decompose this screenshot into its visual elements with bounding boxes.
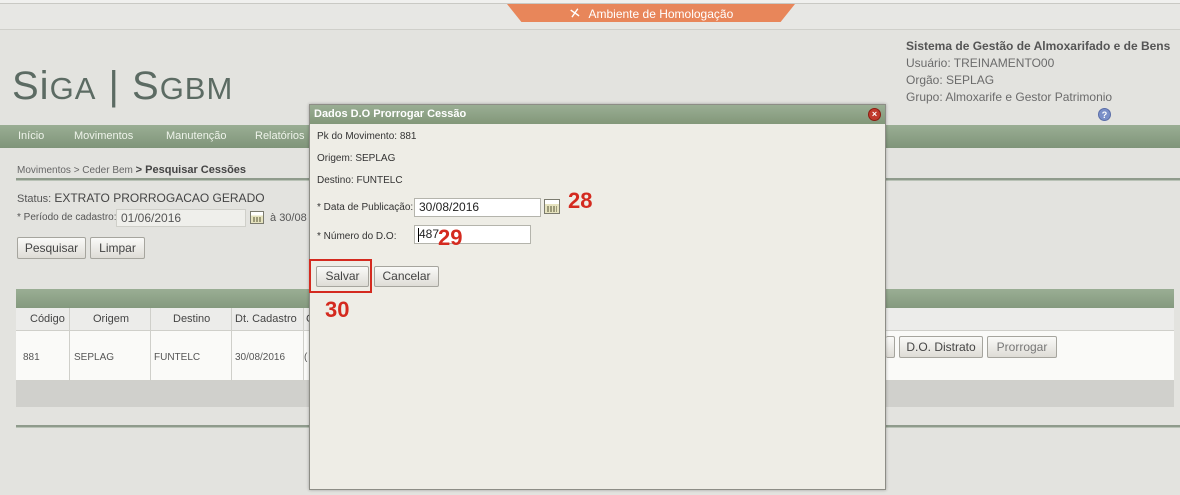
logo-separator: | [96, 64, 132, 108]
period-separator: à [270, 212, 277, 224]
app-logo: SiGA | SGBM [12, 64, 233, 109]
calendar-icon[interactable] [544, 199, 560, 214]
publication-date-input[interactable]: 30/08/2016 [414, 198, 541, 217]
cell-c: ( [304, 352, 308, 363]
column-divider [231, 308, 232, 381]
logo-part: S [132, 64, 160, 108]
breadcrumb-item[interactable]: > Ceder Bem [74, 165, 133, 176]
publication-date-label: * Data de Publicação: [317, 202, 414, 213]
tools-icon: ✕ [567, 4, 582, 22]
column-codigo[interactable]: Código [30, 313, 65, 325]
system-name: Sistema de Gestão de Almoxarifado e de B… [906, 39, 1171, 53]
breadcrumb-item[interactable]: Movimentos [17, 165, 71, 176]
environment-label: Ambiente de Homologação [588, 7, 734, 21]
search-button[interactable]: Pesquisar [17, 237, 86, 259]
column-dt-cadastro[interactable]: Dt. Cadastro [235, 313, 297, 325]
logo-part: GBM [159, 71, 234, 106]
menu-item-inicio[interactable]: Início [18, 130, 44, 142]
column-divider [69, 308, 70, 381]
cell-dt-cadastro: 30/08/2016 [235, 352, 286, 363]
menu-item-manutencao[interactable]: Manutenção [166, 130, 227, 142]
cell-origem: SEPLAG [74, 352, 115, 363]
do-distrato-button[interactable]: D.O. Distrato [899, 336, 983, 358]
help-icon[interactable]: ? [1098, 108, 1111, 121]
period-label: * Período de cadastro: [17, 212, 117, 223]
clear-button[interactable]: Limpar [90, 237, 145, 259]
partial-button[interactable] [886, 336, 895, 358]
pk-movimento: Pk do Movimento: 881 [317, 131, 417, 142]
period-from-input[interactable]: 01/06/2016 [116, 209, 246, 227]
origem-info: Origem: SEPLAG [317, 153, 396, 164]
prorrogar-button[interactable]: Prorrogar [987, 336, 1057, 358]
annotation-29: 29 [438, 225, 463, 250]
environment-banner: ✕ Ambiente de Homologação [507, 4, 795, 22]
do-number-input[interactable]: 487 [414, 225, 531, 244]
logo-part: Si [12, 64, 50, 108]
annotation-30: 30 [325, 297, 350, 322]
column-divider [150, 308, 151, 381]
cell-destino: FUNTELC [154, 352, 201, 363]
do-number-label: * Número do D.O: [317, 231, 397, 242]
save-button-highlight [309, 259, 372, 293]
annotation-28: 28 [568, 188, 593, 213]
destino-info: Destino: FUNTELC [317, 175, 403, 186]
breadcrumb: Movimentos > Ceder Bem > Pesquisar Cessõ… [17, 164, 246, 176]
breadcrumb-current: > Pesquisar Cessões [135, 164, 247, 176]
column-origem[interactable]: Origem [93, 313, 129, 325]
column-divider [303, 308, 304, 381]
dialog-title: Dados D.O Prorrogar Cessão [310, 105, 885, 124]
group-info: Grupo: Almoxarife e Gestor Patrimonio [906, 90, 1113, 104]
column-destino[interactable]: Destino [173, 313, 210, 325]
text-caret [418, 228, 419, 242]
menu-item-movimentos[interactable]: Movimentos [74, 130, 133, 142]
cancel-button[interactable]: Cancelar [374, 266, 439, 287]
close-icon[interactable]: × [868, 108, 881, 121]
cell-codigo: 881 [23, 352, 40, 363]
prorrogar-dialog: Dados D.O Prorrogar Cessão × Pk do Movim… [309, 104, 886, 490]
status-value[interactable]: EXTRATO PRORROGACAO GERADO [54, 191, 264, 205]
calendar-icon[interactable] [250, 211, 264, 224]
status-label: Status: [17, 193, 52, 205]
page: ✕ Ambiente de Homologação SiGA | SGBM Sis… [0, 0, 1180, 495]
system-info: Sistema de Gestão de Almoxarifado e de B… [906, 38, 1180, 106]
user-info: Usuário: TREINAMENTO00 [906, 56, 1055, 70]
logo-part: GA [49, 71, 97, 106]
period-to-value[interactable]: 30/08 [279, 212, 307, 224]
org-info: Orgão: SEPLAG [906, 73, 995, 87]
period-to-label: à 30/08 [270, 212, 307, 224]
menu-item-relatorios[interactable]: Relatórios [255, 130, 305, 142]
status-filter: Status: EXTRATO PRORROGACAO GERADO [17, 191, 265, 205]
